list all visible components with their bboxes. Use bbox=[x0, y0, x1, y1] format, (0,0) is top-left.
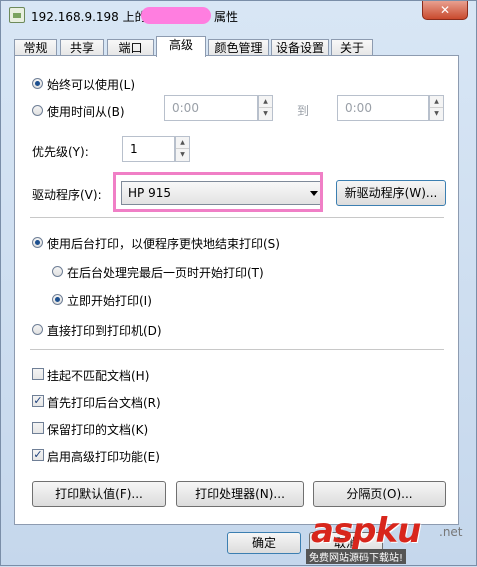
window-title: 192.168.9.198 上的 bbox=[31, 10, 147, 24]
printing-defaults-button[interactable]: 打印默认值(F)... bbox=[32, 481, 166, 507]
from-time-spinner[interactable]: ▲ ▼ bbox=[258, 95, 273, 121]
driver-label: 驱动程序(V): bbox=[32, 188, 102, 202]
watermark-logo-text: aspku bbox=[311, 511, 421, 551]
print-spooled-first-checkbox[interactable]: ✓ bbox=[32, 395, 44, 407]
always-available-label[interactable]: 始终可以使用(L) bbox=[47, 76, 135, 93]
printer-properties-window: 192.168.9.198 上的 属性 ✕ 常规 共享 端口 高级 颜色管理 设… bbox=[0, 0, 477, 566]
redacted-printer-name bbox=[141, 7, 211, 24]
print-spooled-first-label[interactable]: 首先打印后台文档(R) bbox=[47, 394, 161, 411]
start-immediately-radio[interactable] bbox=[52, 294, 63, 305]
highlight-box bbox=[113, 172, 323, 212]
spin-up-icon[interactable]: ▲ bbox=[176, 137, 189, 149]
to-label: 到 bbox=[297, 104, 310, 118]
spool-label[interactable]: 使用后台打印，以便程序更快地结束打印(S) bbox=[47, 235, 280, 252]
window-title-suffix: 属性 bbox=[214, 10, 239, 24]
new-driver-button[interactable]: 新驱动程序(W)... bbox=[336, 180, 446, 206]
start-immediately-label[interactable]: 立即开始打印(I) bbox=[67, 292, 152, 309]
start-after-last-page-label[interactable]: 在后台处理完最后一页时开始打印(T) bbox=[67, 264, 264, 281]
printer-icon bbox=[9, 7, 25, 23]
available-from-radio[interactable] bbox=[32, 105, 43, 116]
site-watermark: aspku .net 免费网站源码下载站! bbox=[306, 511, 477, 567]
spin-up-icon[interactable]: ▲ bbox=[259, 96, 272, 108]
divider bbox=[30, 349, 444, 350]
keep-printed-label[interactable]: 保留打印的文档(K) bbox=[47, 421, 148, 438]
spin-down-icon[interactable]: ▼ bbox=[430, 108, 443, 120]
close-icon: ✕ bbox=[439, 3, 451, 17]
print-direct-radio[interactable] bbox=[32, 324, 43, 335]
to-time-spinner[interactable]: ▲ ▼ bbox=[429, 95, 444, 121]
close-button[interactable]: ✕ bbox=[422, 1, 468, 20]
spool-radio[interactable] bbox=[32, 237, 43, 248]
advanced-features-label[interactable]: 启用高级打印功能(E) bbox=[47, 448, 160, 465]
ok-button[interactable]: 确定 bbox=[227, 532, 301, 554]
hold-mismatched-checkbox[interactable] bbox=[32, 368, 44, 380]
from-time-field[interactable]: 0:00 bbox=[164, 95, 258, 121]
available-from-label[interactable]: 使用时间从(B) bbox=[47, 103, 125, 120]
priority-field[interactable]: 1 bbox=[122, 136, 175, 162]
watermark-domain: .net bbox=[439, 525, 463, 539]
hold-mismatched-label[interactable]: 挂起不匹配文档(H) bbox=[47, 367, 149, 384]
tab-advanced[interactable]: 高级 bbox=[156, 36, 206, 57]
print-processor-button[interactable]: 打印处理器(N)... bbox=[176, 481, 304, 507]
keep-printed-checkbox[interactable] bbox=[32, 422, 44, 434]
divider bbox=[30, 217, 444, 218]
to-time-field[interactable]: 0:00 bbox=[337, 95, 429, 121]
separator-page-button[interactable]: 分隔页(O)... bbox=[313, 481, 446, 507]
title-bar[interactable]: 192.168.9.198 上的 属性 ✕ bbox=[1, 1, 476, 31]
watermark-tagline: 免费网站源码下载站! bbox=[306, 549, 407, 564]
spin-up-icon[interactable]: ▲ bbox=[430, 96, 443, 108]
priority-spinner[interactable]: ▲ ▼ bbox=[175, 136, 190, 162]
start-after-last-page-radio[interactable] bbox=[52, 266, 63, 277]
print-direct-label[interactable]: 直接打印到打印机(D) bbox=[47, 322, 162, 339]
spin-down-icon[interactable]: ▼ bbox=[259, 108, 272, 120]
spin-down-icon[interactable]: ▼ bbox=[176, 149, 189, 161]
priority-label: 优先级(Y): bbox=[32, 145, 89, 159]
always-available-radio[interactable] bbox=[32, 78, 43, 89]
advanced-features-checkbox[interactable]: ✓ bbox=[32, 449, 44, 461]
